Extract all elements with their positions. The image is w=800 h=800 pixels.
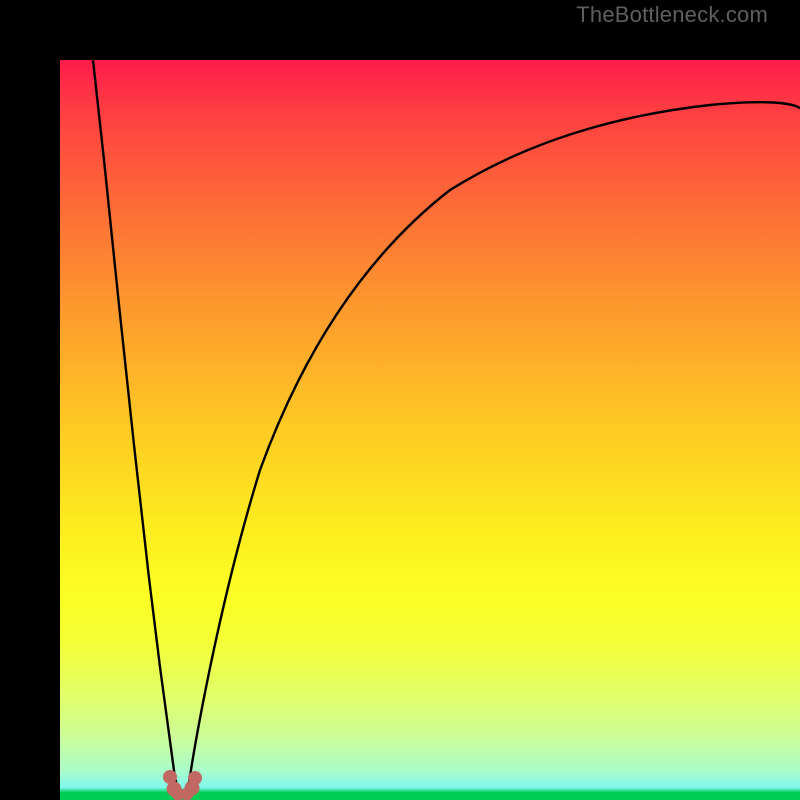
watermark-text: TheBottleneck.com: [576, 2, 768, 28]
marker-cluster: [164, 771, 202, 800]
curve-right-branch: [187, 102, 800, 796]
plot-area: [60, 60, 800, 800]
curve-layer: [60, 60, 800, 800]
curve-left-branch: [93, 60, 180, 796]
chart-frame: [0, 0, 800, 800]
